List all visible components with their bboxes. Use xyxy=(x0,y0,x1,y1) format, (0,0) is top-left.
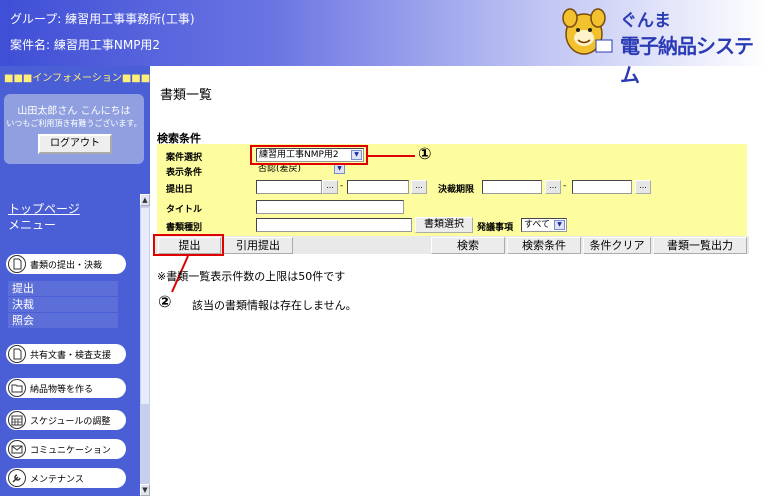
mascot-icon xyxy=(562,8,613,55)
sidebar: ■■■インフォメーション■■■ 山田太郎さん こんにちは いつもご利用頂き有難う… xyxy=(0,66,150,496)
group-name: 練習用工事事務所(工事) xyxy=(65,12,195,26)
menu-label: メニュー xyxy=(8,218,57,232)
mail-icon xyxy=(8,440,26,458)
user-box: 山田太郎さん こんにちは いつもご利用頂き有難うございます。 ログアウト xyxy=(4,94,144,164)
issue-label: 発議事項 xyxy=(477,223,514,233)
doc-select-button[interactable]: 書類選択 xyxy=(415,217,473,233)
app-logo: ぐんま 電子納品システム xyxy=(560,4,760,87)
deadline-to-picker[interactable]: ... xyxy=(635,180,651,194)
scroll-down-icon[interactable]: ▼ xyxy=(140,484,150,496)
deadline-from-input[interactable] xyxy=(482,180,542,194)
submit-date-from-picker[interactable]: ... xyxy=(322,180,338,194)
deadline-to-input[interactable] xyxy=(572,180,632,194)
menu-item-label: 書類の提出・決裁 xyxy=(30,261,103,271)
callout-1-icon: ① xyxy=(418,144,432,163)
submenu-submit[interactable]: 提出 xyxy=(8,281,118,296)
doc-type-label: 書類種別 xyxy=(166,223,203,233)
cite-submit-button[interactable]: 引用提出 xyxy=(223,237,293,254)
document-icon xyxy=(8,255,26,273)
logo-text-gunma: ぐんま xyxy=(620,11,671,31)
menu-item-label: 納品物等を作る xyxy=(30,385,94,395)
submit-date-from-input[interactable] xyxy=(256,180,322,194)
menu-item-deliverables[interactable]: 納品物等を作る xyxy=(6,378,126,398)
doc-type-input[interactable] xyxy=(256,218,412,232)
search-conditions-button[interactable]: 検索条件 xyxy=(507,237,581,254)
no-results-message: 該当の書類情報は存在しません。 xyxy=(192,299,357,312)
submenu-approve[interactable]: 決裁 xyxy=(8,297,118,312)
submenu-view[interactable]: 照会 xyxy=(8,313,118,328)
scroll-up-icon[interactable]: ▲ xyxy=(140,194,150,206)
menu-item-label: メンテナンス xyxy=(30,475,84,485)
app-header: グループ: 練習用工事事務所(工事) 案件名: 練習用工事NMP用2 ぐんま 電… xyxy=(0,0,768,87)
logo-text-system: 電子納品システム xyxy=(620,34,754,87)
top-page-link[interactable]: トップページ xyxy=(8,200,80,217)
menu-item-shared-docs[interactable]: 共有文書・検査支援 xyxy=(6,344,126,364)
range-separator: - xyxy=(563,181,567,191)
action-bar: 提出 引用提出 検索 検索条件 条件クリア 書類一覧出力 xyxy=(155,236,749,254)
output-list-button[interactable]: 書類一覧出力 xyxy=(653,237,747,254)
chevron-down-icon[interactable]: ▼ xyxy=(554,220,565,230)
submit-date-to-picker[interactable]: ... xyxy=(411,180,427,194)
information-bar[interactable]: ■■■インフォメーション■■■ xyxy=(4,69,150,84)
clear-conditions-button[interactable]: 条件クリア xyxy=(583,237,651,254)
document-icon xyxy=(8,345,26,363)
calendar-icon xyxy=(8,411,26,429)
deadline-from-picker[interactable]: ... xyxy=(545,180,561,194)
deadline-label: 決裁期限 xyxy=(438,185,475,195)
highlight-case-select xyxy=(250,145,368,165)
display-condition-value: 否認(差戻) xyxy=(258,164,302,174)
page-title: 書類一覧 xyxy=(160,88,213,103)
title-label: タイトル xyxy=(166,205,203,215)
menu-item-label: スケジュールの調整 xyxy=(30,417,111,427)
display-condition-label: 表示条件 xyxy=(166,168,203,178)
group-line: グループ: 練習用工事事務所(工事) xyxy=(10,10,195,27)
issue-select[interactable]: すべて ▼ xyxy=(521,218,567,232)
logout-button[interactable]: ログアウト xyxy=(38,134,112,154)
search-form: 案件選択 練習用工事NMP用2 ▼ 表示条件 否認(差戻) ▼ 提出日 ... … xyxy=(157,144,747,236)
chevron-down-icon[interactable]: ▼ xyxy=(334,164,345,174)
menu-item-submit-approve[interactable]: 書類の提出・決裁 xyxy=(6,254,126,274)
group-label: グループ: xyxy=(10,12,66,26)
menu-item-label: コミュニケーション xyxy=(30,446,111,456)
scroll-thumb[interactable] xyxy=(141,208,149,404)
menu-item-communication[interactable]: コミュニケーション xyxy=(6,439,126,459)
range-separator: - xyxy=(340,181,344,191)
user-greeting: いつもご利用頂き有難うございます。 xyxy=(6,119,142,128)
wrench-icon xyxy=(8,469,26,487)
title-input[interactable] xyxy=(256,200,404,214)
highlight-submit-button xyxy=(153,234,224,256)
case-select-label: 案件選択 xyxy=(166,153,203,163)
user-name: 山田太郎さん こんにちは xyxy=(17,106,131,117)
submit-date-label: 提出日 xyxy=(166,185,194,195)
menu-item-maintenance[interactable]: メンテナンス xyxy=(6,468,126,488)
folder-icon xyxy=(8,379,26,397)
list-limit-note: ※書類一覧表示件数の上限は50件です xyxy=(157,270,346,283)
search-button[interactable]: 検索 xyxy=(431,237,505,254)
issue-select-value: すべて xyxy=(524,220,551,230)
case-line: 案件名: 練習用工事NMP用2 xyxy=(10,36,160,53)
menu-item-label: 共有文書・検査支援 xyxy=(30,351,112,361)
sidebar-scrollbar[interactable]: ▲ ▼ xyxy=(140,194,150,496)
display-condition-select[interactable]: 否認(差戻) ▼ xyxy=(256,163,346,177)
case-name: 練習用工事NMP用2 xyxy=(53,38,161,52)
menu-item-schedule[interactable]: スケジュールの調整 xyxy=(6,410,126,430)
callout-2-icon: ② xyxy=(158,292,172,311)
case-label: 案件名: xyxy=(10,38,54,52)
submit-date-to-input[interactable] xyxy=(347,180,409,194)
